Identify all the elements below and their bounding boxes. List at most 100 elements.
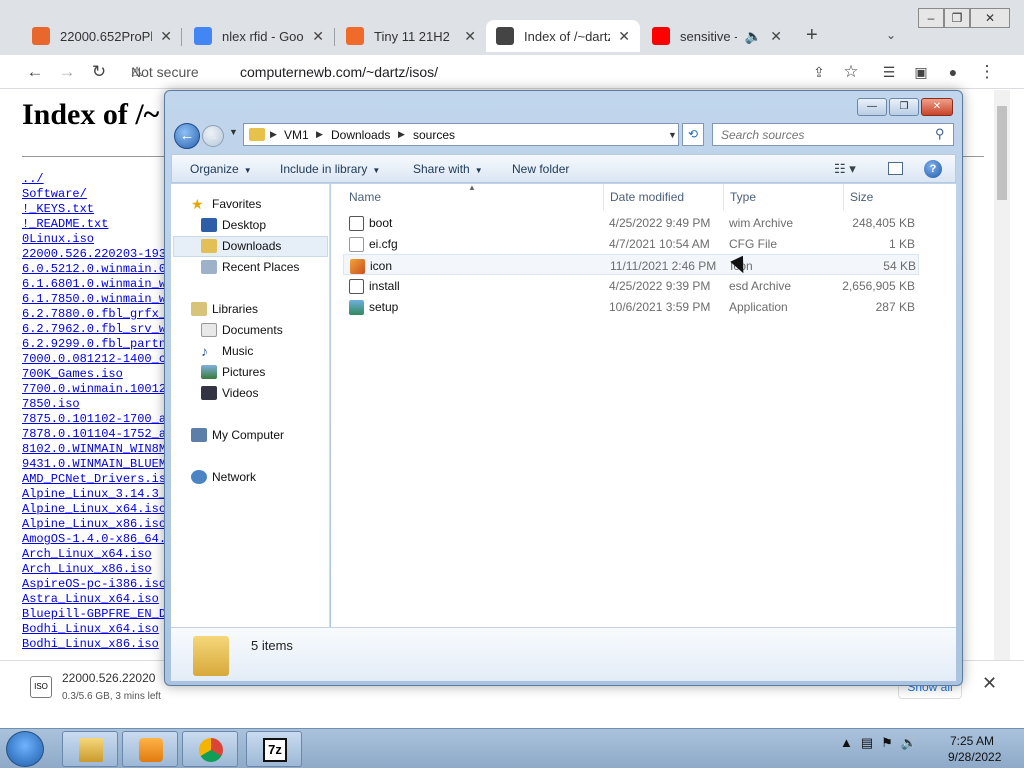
share-with-button[interactable]: Share with ▼ (413, 162, 483, 176)
directory-link[interactable]: Bodhi_Linux_x86.iso (22, 637, 166, 652)
directory-link[interactable]: Arch_Linux_x86.iso (22, 562, 166, 577)
breadcrumb-chevron-icon[interactable]: ▶ (316, 129, 323, 140)
file-row-install[interactable]: install 4/25/2022 9:39 PM esd Archive 2,… (343, 275, 919, 296)
column-header-date[interactable]: Date modified (610, 190, 684, 204)
browser-close-button[interactable]: ✕ (970, 8, 1010, 28)
directory-link[interactable]: 6.2.7880.0.fbl_grfx_ (22, 307, 166, 322)
search-input[interactable] (713, 124, 933, 145)
explorer-close-button[interactable]: ✕ (921, 98, 953, 116)
directory-link[interactable]: 6.2.7962.0.fbl_srv_w (22, 322, 166, 337)
address-history-chevron-icon[interactable]: ▼ (668, 130, 677, 140)
column-divider[interactable] (603, 184, 604, 210)
file-row-ei-cfg[interactable]: ei.cfg 4/7/2021 10:54 AM CFG File 1 KB (343, 233, 919, 254)
tab-close-icon[interactable]: ✕ (160, 28, 172, 45)
page-scrollbar[interactable] (994, 90, 1010, 660)
breadcrumb-chevron-icon[interactable]: ▶ (270, 129, 277, 140)
taskbar-chrome-button[interactable] (182, 731, 238, 767)
clock-date[interactable]: 9/28/2022 (948, 750, 1001, 764)
profile-avatar-icon[interactable]: ● (940, 59, 966, 85)
tab-4[interactable]: sensitive - se 🔈 ✕ (642, 20, 792, 52)
column-header-type[interactable]: Type (730, 190, 756, 204)
column-divider[interactable] (843, 184, 844, 210)
directory-link[interactable]: Software/ (22, 187, 166, 202)
directory-link[interactable]: AspireOS-pc-i386.iso (22, 577, 166, 592)
tab-close-icon[interactable]: ✕ (618, 28, 630, 45)
directory-link[interactable]: Arch_Linux_x64.iso (22, 547, 166, 562)
share-icon[interactable]: ⇪ (806, 59, 832, 85)
search-icon[interactable]: ⚲ (935, 126, 945, 142)
directory-link[interactable]: 7875.0.101102-1700_a (22, 412, 166, 427)
taskbar-explorer-button[interactable] (62, 731, 118, 767)
address-bar[interactable]: ▶ VM1 ▶ Downloads ▶ sources ▼ (243, 123, 679, 146)
directory-link[interactable]: 0Linux.iso (22, 232, 166, 247)
directory-link[interactable]: 7700.0.winmain.10012 (22, 382, 166, 397)
back-arrow-icon[interactable]: ← (174, 123, 200, 149)
taskbar-7zip-button[interactable]: 7z (246, 731, 302, 767)
reload-icon[interactable]: ↻ (86, 59, 112, 85)
directory-link[interactable]: Bodhi_Linux_x64.iso (22, 622, 166, 637)
recent-pages-chevron-icon[interactable]: ▼ (229, 127, 238, 137)
directory-link[interactable]: 8102.0.WINMAIN_WIN8M (22, 442, 166, 457)
show-hidden-icons-icon[interactable]: ▲ (840, 735, 861, 750)
directory-link[interactable]: Alpine_Linux_x86.iso (22, 517, 166, 532)
directory-link[interactable]: !_README.txt (22, 217, 166, 232)
playlist-icon[interactable]: ☰ (876, 59, 902, 85)
tab-close-icon[interactable]: ✕ (312, 28, 324, 45)
tab-1[interactable]: nlex rfid - Google ✕ (184, 20, 334, 52)
explorer-minimize-button[interactable]: — (857, 98, 887, 116)
forward-arrow-icon[interactable]: → (54, 59, 80, 85)
download-filename[interactable]: 22000.526.22020 (62, 671, 155, 685)
directory-link[interactable]: 7850.iso (22, 397, 166, 412)
scrollbar-thumb[interactable] (997, 106, 1007, 200)
directory-link[interactable]: 6.1.7850.0.winmain_w (22, 292, 166, 307)
directory-link[interactable]: 7878.0.101104-1752_a (22, 427, 166, 442)
breadcrumb-chevron-icon[interactable]: ▶ (398, 129, 405, 140)
tab-search-chevron-icon[interactable]: ⌄ (886, 28, 896, 42)
directory-link[interactable]: Alpine_Linux_x64.iso (22, 502, 166, 517)
column-header-size[interactable]: Size (850, 190, 873, 204)
directory-link[interactable]: 22000.526.220203-193 (22, 247, 166, 262)
breadcrumb-sources[interactable]: sources (413, 128, 455, 142)
directory-link[interactable]: AMD_PCNet_Drivers.is (22, 472, 166, 487)
new-folder-button[interactable]: New folder (512, 162, 569, 176)
directory-link[interactable]: AmogOS-1.4.0-x86_64. (22, 532, 166, 547)
search-box[interactable]: ⚲ (712, 123, 954, 146)
tab-close-icon[interactable]: ✕ (770, 28, 782, 45)
include-in-library-button[interactable]: Include in library ▼ (280, 162, 380, 176)
download-bar-close-icon[interactable]: ✕ (982, 673, 997, 694)
menu-kebab-icon[interactable]: ⋮ (974, 59, 1000, 85)
breadcrumb-vm1[interactable]: VM1 (284, 128, 309, 142)
taskbar-media-player-button[interactable] (122, 731, 178, 767)
tab-close-icon[interactable]: ✕ (464, 28, 476, 45)
directory-link[interactable]: !_KEYS.txt (22, 202, 166, 217)
action-center-icon[interactable]: ⚑ (881, 735, 901, 750)
directory-link[interactable]: 6.2.9299.0.fbl_partn (22, 337, 166, 352)
forward-arrow-icon[interactable]: → (202, 125, 224, 147)
not-secure-label[interactable]: Not secure (131, 64, 199, 80)
bookmark-star-icon[interactable]: ☆ (838, 59, 864, 85)
directory-link[interactable]: 6.1.6801.0.winmain_w (22, 277, 166, 292)
directory-link[interactable]: Bluepill-GBPFRE_EN_D (22, 607, 166, 622)
directory-link[interactable]: 6.0.5212.0.winmain.0 (22, 262, 166, 277)
file-row-icon[interactable]: icon 11/11/2021 2:46 PM Icon 54 KB (343, 254, 919, 275)
directory-link[interactable]: Alpine_Linux_3.14.3_ (22, 487, 166, 502)
breadcrumb-downloads[interactable]: Downloads (331, 128, 390, 142)
column-header-name[interactable]: Name (349, 190, 381, 204)
help-icon[interactable]: ? (924, 160, 942, 178)
back-arrow-icon[interactable]: ← (22, 59, 48, 85)
preview-pane-icon[interactable] (888, 162, 903, 175)
directory-link[interactable]: Astra_Linux_x64.iso (22, 592, 166, 607)
refresh-icon[interactable]: ⟲ (682, 123, 704, 146)
explorer-maximize-button[interactable]: ❐ (889, 98, 919, 116)
system-tray[interactable]: ▲▤⚑🔊 (840, 735, 925, 751)
browser-minimize-button[interactable]: – (918, 8, 944, 28)
directory-link[interactable]: 9431.0.WINMAIN_BLUEM (22, 457, 166, 472)
directory-link[interactable]: ../ (22, 172, 166, 187)
url-field[interactable]: computernewb.com/~dartz/isos/ (240, 64, 438, 80)
volume-icon[interactable]: 🔊 (901, 735, 925, 750)
organize-button[interactable]: Organize ▼ (190, 162, 252, 176)
file-row-boot[interactable]: boot 4/25/2022 9:49 PM wim Archive 248,4… (343, 212, 919, 233)
start-orb-icon[interactable] (6, 731, 44, 767)
browser-maximize-button[interactable]: ❐ (944, 8, 970, 28)
tab-2[interactable]: Tiny 11 21H2 ✕ (336, 20, 486, 52)
